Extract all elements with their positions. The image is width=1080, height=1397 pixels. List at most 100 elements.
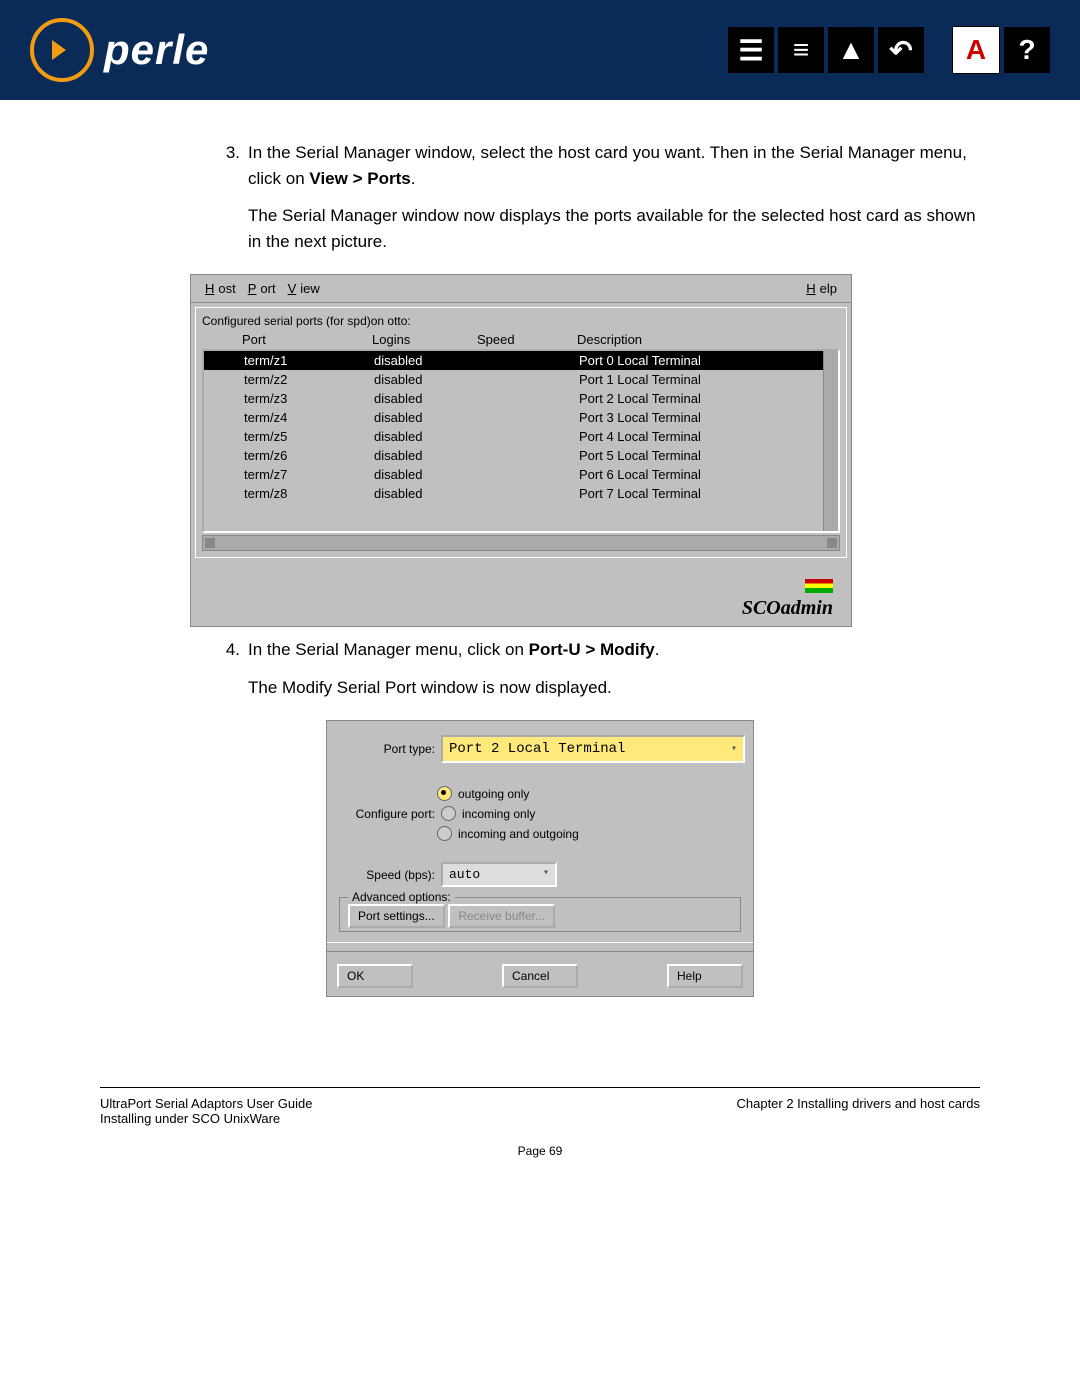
brand-logo: perle xyxy=(30,18,209,82)
page-number: Page 69 xyxy=(100,1144,980,1158)
speed-label: Speed (bps): xyxy=(335,868,441,882)
vertical-scrollbar[interactable] xyxy=(823,351,838,531)
receive-buffer-button: Receive buffer... xyxy=(448,904,555,928)
horizontal-scrollbar[interactable] xyxy=(202,535,840,551)
sco-flag-icon xyxy=(805,579,833,593)
menu-help[interactable]: Help xyxy=(802,281,841,296)
table-row[interactable]: term/z1disabled Port 0 Local Terminal xyxy=(204,351,838,370)
up-icon[interactable]: ▲ xyxy=(828,27,874,73)
configure-port-label: Configure port: xyxy=(335,807,441,821)
separator xyxy=(327,942,753,952)
table-row[interactable]: term/z5disabled Port 4 Local Terminal xyxy=(204,427,838,446)
port-type-label: Port type: xyxy=(335,742,441,756)
cell-speed xyxy=(479,486,579,501)
cell-desc: Port 2 Local Terminal xyxy=(579,391,838,406)
step-4: 4. In the Serial Manager menu, click on … xyxy=(100,637,980,663)
port-type-combo[interactable]: Port 2 Local Terminal ▾ xyxy=(441,735,745,763)
cell-desc: Port 3 Local Terminal xyxy=(579,410,838,425)
table-row[interactable]: term/z4disabled Port 3 Local Terminal xyxy=(204,408,838,427)
cell-desc: Port 7 Local Terminal xyxy=(579,486,838,501)
port-settings-button[interactable]: Port settings... xyxy=(348,904,445,928)
page-content: 3. In the Serial Manager window, select … xyxy=(0,100,1080,1067)
document-header: perle ☰ ≡ ▲ ↶ A ? xyxy=(0,0,1080,100)
header-logins: Logins xyxy=(372,332,477,347)
font-icon[interactable]: A xyxy=(952,26,1000,74)
cancel-button[interactable]: Cancel xyxy=(502,964,578,988)
cell-speed xyxy=(479,372,579,387)
cell-desc: Port 4 Local Terminal xyxy=(579,429,838,444)
radio-outgoing[interactable] xyxy=(437,786,452,801)
menu-port[interactable]: Port xyxy=(244,281,280,296)
page-footer: UltraPort Serial Adaptors User Guide Cha… xyxy=(0,1087,1080,1198)
menubar: Host Port View Help xyxy=(191,275,851,303)
cell-port: term/z5 xyxy=(244,429,374,444)
speed-combo[interactable]: auto ▾ xyxy=(441,862,557,887)
cell-port: term/z3 xyxy=(244,391,374,406)
serial-manager-window: Host Port View Help Configured serial po… xyxy=(190,274,852,627)
cell-speed xyxy=(479,391,579,406)
scoadmin-brand: SCOadmin xyxy=(191,562,851,626)
cell-port: term/z4 xyxy=(244,410,374,425)
brand-name: perle xyxy=(104,26,209,74)
cell-speed xyxy=(479,410,579,425)
cell-speed xyxy=(479,467,579,482)
menu-view[interactable]: View xyxy=(284,281,324,296)
step-4-followup: The Modify Serial Port window is now dis… xyxy=(248,675,980,701)
footer-rule xyxy=(100,1087,980,1088)
index-icon[interactable]: ≡ xyxy=(778,27,824,73)
menu-host[interactable]: Host xyxy=(201,281,240,296)
cell-speed xyxy=(479,429,579,444)
cell-logins: disabled xyxy=(374,448,479,463)
step-3: 3. In the Serial Manager window, select … xyxy=(100,140,980,191)
cell-desc: Port 0 Local Terminal xyxy=(579,353,838,368)
cell-speed xyxy=(479,353,579,368)
cell-logins: disabled xyxy=(374,486,479,501)
cell-logins: disabled xyxy=(374,353,479,368)
advanced-legend: Advanced options: xyxy=(348,890,455,904)
footer-section: Installing under SCO UnixWare xyxy=(100,1111,980,1126)
ports-list[interactable]: term/z1disabledPort 0 Local Terminalterm… xyxy=(202,349,840,533)
modify-port-dialog: Port type: Port 2 Local Terminal ▾ outgo… xyxy=(326,720,754,997)
table-row[interactable]: term/z8disabled Port 7 Local Terminal xyxy=(204,484,838,503)
table-row[interactable]: term/z7disabled Port 6 Local Terminal xyxy=(204,465,838,484)
radio-both[interactable] xyxy=(437,826,452,841)
back-icon[interactable]: ↶ xyxy=(878,27,924,73)
step-text: In the Serial Manager window, select the… xyxy=(248,140,980,191)
cell-port: term/z6 xyxy=(244,448,374,463)
cell-desc: Port 6 Local Terminal xyxy=(579,467,838,482)
toolbar-icons: ☰ ≡ ▲ ↶ A ? xyxy=(728,26,1050,74)
step-text: In the Serial Manager menu, click on Por… xyxy=(248,637,980,663)
dropdown-icon: ▾ xyxy=(543,867,549,882)
cell-logins: disabled xyxy=(374,372,479,387)
cell-speed xyxy=(479,448,579,463)
header-port: Port xyxy=(242,332,372,347)
cell-logins: disabled xyxy=(374,391,479,406)
cell-port: term/z2 xyxy=(244,372,374,387)
help-icon[interactable]: ? xyxy=(1004,27,1050,73)
configure-port-group: outgoing only xyxy=(437,786,745,801)
help-button[interactable]: Help xyxy=(667,964,743,988)
perle-logo-icon xyxy=(30,18,94,82)
table-row[interactable]: term/z2disabled Port 1 Local Terminal xyxy=(204,370,838,389)
cell-logins: disabled xyxy=(374,410,479,425)
cell-logins: disabled xyxy=(374,467,479,482)
column-headers: Port Logins Speed Description xyxy=(202,330,840,349)
table-row[interactable]: term/z3disabled Port 2 Local Terminal xyxy=(204,389,838,408)
radio-incoming[interactable] xyxy=(441,806,456,821)
cell-desc: Port 1 Local Terminal xyxy=(579,372,838,387)
step-3-followup: The Serial Manager window now displays t… xyxy=(248,203,980,254)
toc-icon[interactable]: ☰ xyxy=(728,27,774,73)
step-number: 3. xyxy=(100,140,248,191)
advanced-options-group: Advanced options: Port settings... Recei… xyxy=(339,897,741,932)
header-speed: Speed xyxy=(477,332,577,347)
footer-chapter: Chapter 2 Installing drivers and host ca… xyxy=(736,1096,980,1111)
cell-port: term/z8 xyxy=(244,486,374,501)
cell-logins: disabled xyxy=(374,429,479,444)
cell-port: term/z7 xyxy=(244,467,374,482)
footer-guide-title: UltraPort Serial Adaptors User Guide xyxy=(100,1096,312,1111)
cell-port: term/z1 xyxy=(244,353,374,368)
ok-button[interactable]: OK xyxy=(337,964,413,988)
table-row[interactable]: term/z6disabledPort 5 Local Terminal xyxy=(204,446,838,465)
list-caption: Configured serial ports (for spd)on otto… xyxy=(202,314,840,328)
step-number: 4. xyxy=(100,637,248,663)
